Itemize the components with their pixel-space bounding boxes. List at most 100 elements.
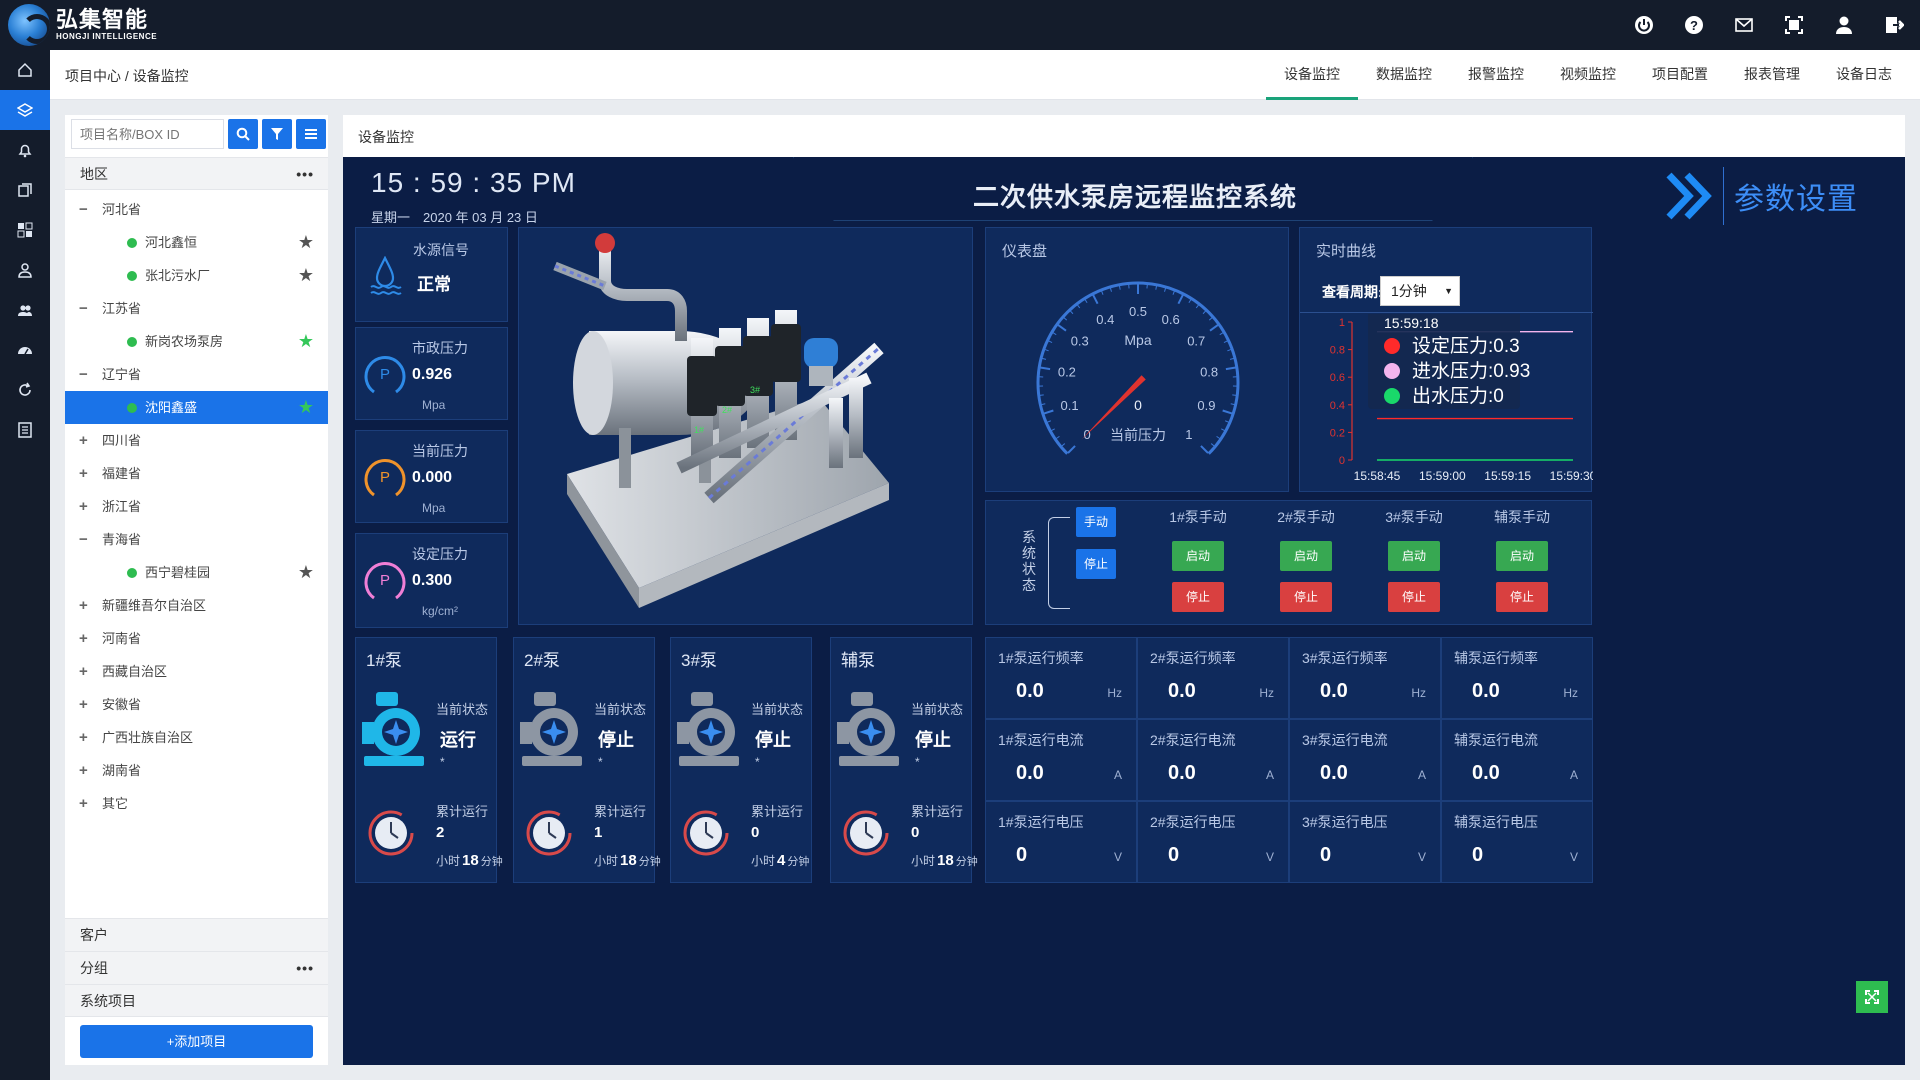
stop-mode-button[interactable]: 停止 [1076, 549, 1116, 579]
expand-icon[interactable]: + [79, 721, 88, 754]
pump-status: 停止 [598, 730, 634, 750]
expand-icon[interactable]: + [79, 490, 88, 523]
home-icon[interactable] [0, 50, 50, 90]
add-project-button[interactable]: +添加项目 [80, 1025, 313, 1058]
speedometer-icon[interactable] [0, 330, 50, 370]
metric-cell-1-1: 2#泵运行电流 0.0 A [1137, 719, 1289, 801]
tree-region-3[interactable]: + 四川省 [65, 424, 328, 457]
pump-start-button-1[interactable]: 启动 [1280, 541, 1332, 571]
tree-region-13[interactable]: + 其它 [65, 787, 328, 820]
star-icon[interactable]: ★ [298, 391, 314, 424]
customer-section-header[interactable]: 客户 [65, 918, 328, 951]
tree-project-0-1[interactable]: 张北污水厂 ★ [65, 259, 328, 292]
dashboard-grid-icon[interactable] [0, 210, 50, 250]
tree-region-5[interactable]: + 浙江省 [65, 490, 328, 523]
person-icon[interactable] [0, 250, 50, 290]
expand-icon[interactable]: + [79, 424, 88, 457]
pump-start-button-2[interactable]: 启动 [1388, 541, 1440, 571]
bell-icon[interactable] [0, 130, 50, 170]
realtime-line-chart[interactable]: 0 0.2 0.4 0.6 0.8 1 15:58:45 15:59:00 15:59:15 15… [1300, 314, 1593, 491]
tree-region-7[interactable]: + 新疆维吾尔自治区 [65, 589, 328, 622]
tab-device-monitor[interactable]: 设备监控 [1266, 50, 1358, 100]
gauge-tick-label: 1 [1185, 427, 1192, 442]
x-tick-label: 15:58:45 [1354, 469, 1401, 483]
expand-icon[interactable]: + [79, 787, 88, 820]
expand-icon[interactable]: + [79, 688, 88, 721]
region-section-header[interactable]: 地区 ••• [65, 157, 328, 190]
mail-icon[interactable] [1732, 13, 1756, 37]
power-icon[interactable] [1632, 13, 1656, 37]
tree-region-8[interactable]: + 河南省 [65, 622, 328, 655]
layers-icon[interactable] [0, 90, 50, 130]
tab-project-config[interactable]: 项目配置 [1634, 50, 1726, 100]
tree-region-1[interactable]: − 江苏省 [65, 292, 328, 325]
tree-region-4[interactable]: + 福建省 [65, 457, 328, 490]
more-icon[interactable]: ••• [296, 158, 314, 190]
content-area: 设备监控 15 : 59 : 35 PM 星期一 2020 年 03 月 23 … [343, 115, 1905, 1065]
help-icon[interactable]: ? [1682, 13, 1706, 37]
metric-unit: V [1417, 850, 1426, 864]
collapse-icon[interactable]: − [79, 193, 88, 226]
refresh-icon[interactable] [0, 370, 50, 410]
pump-stop-button-3[interactable]: 停止 [1496, 582, 1548, 612]
system-project-section-header[interactable]: 系统项目 [65, 984, 328, 1017]
tree-region-6[interactable]: − 青海省 [65, 523, 328, 556]
tree-project-6-0[interactable]: 西宁碧桂园 ★ [65, 556, 328, 589]
period-select[interactable]: 1分钟 ▼ [1380, 276, 1460, 306]
menu-button[interactable] [296, 119, 326, 149]
tab-report-management[interactable]: 报表管理 [1726, 50, 1818, 100]
tree-region-10[interactable]: + 安徽省 [65, 688, 328, 721]
tree-region-11[interactable]: + 广西壮族自治区 [65, 721, 328, 754]
search-input[interactable] [71, 119, 224, 149]
manual-mode-button[interactable]: 手动 [1076, 507, 1116, 537]
pump-manual-label-3: 辅泵手动 [1494, 509, 1550, 525]
pump-stop-button-1[interactable]: 停止 [1280, 582, 1332, 612]
tab-video-monitor[interactable]: 视频监控 [1542, 50, 1634, 100]
metric-label: 辅泵运行电压 [1454, 814, 1538, 830]
user-icon[interactable] [1832, 13, 1856, 37]
expand-icon[interactable]: + [79, 622, 88, 655]
star-icon[interactable]: ★ [298, 325, 314, 358]
collapse-icon[interactable]: − [79, 358, 88, 391]
pump-manual-label-0: 1#泵手动 [1169, 509, 1227, 525]
expand-icon[interactable]: + [79, 655, 88, 688]
fullscreen-icon[interactable] [1782, 13, 1806, 37]
group-section-header[interactable]: 分组 ••• [65, 951, 328, 984]
more-icon[interactable]: ••• [296, 952, 314, 984]
param-settings-button[interactable]: 参数设置 [1665, 167, 1858, 225]
collapse-icon[interactable]: − [79, 292, 88, 325]
brand-logo[interactable]: 弘集智能 HONGJI INTELLIGENCE [8, 4, 157, 46]
tab-alarm-monitor[interactable]: 报警监控 [1450, 50, 1542, 100]
tree-region-2[interactable]: − 辽宁省 [65, 358, 328, 391]
gauge-tick [1188, 299, 1192, 304]
tree-project-1-0[interactable]: 新岗农场泵房 ★ [65, 325, 328, 358]
filter-button[interactable] [262, 119, 292, 149]
list-icon[interactable] [0, 410, 50, 450]
tab-device-log[interactable]: 设备日志 [1818, 50, 1910, 100]
users-icon[interactable] [0, 290, 50, 330]
tree-region-9[interactable]: + 西藏自治区 [65, 655, 328, 688]
tree-project-2-0[interactable]: 沈阳鑫盛 ★ [65, 391, 328, 424]
pump-start-button-0[interactable]: 启动 [1172, 541, 1224, 571]
copy-icon[interactable] [0, 170, 50, 210]
minutes-unit: 分钟 [955, 856, 978, 868]
logout-icon[interactable] [1882, 13, 1906, 37]
pump-start-button-3[interactable]: 启动 [1496, 541, 1548, 571]
search-button[interactable] [228, 119, 258, 149]
tree-region-0[interactable]: − 河北省 [65, 193, 328, 226]
star-icon[interactable]: ★ [298, 226, 314, 259]
star-icon[interactable]: ★ [298, 556, 314, 589]
expand-icon[interactable]: + [79, 457, 88, 490]
tab-data-monitor[interactable]: 数据监控 [1358, 50, 1450, 100]
region-label: 辽宁省 [102, 367, 142, 382]
expand-icon[interactable]: + [79, 754, 88, 787]
tree-region-12[interactable]: + 湖南省 [65, 754, 328, 787]
pump-stop-button-2[interactable]: 停止 [1388, 582, 1440, 612]
expand-button[interactable] [1856, 981, 1888, 1013]
collapse-icon[interactable]: − [79, 523, 88, 556]
pump-stop-button-0[interactable]: 停止 [1172, 582, 1224, 612]
tree-project-0-0[interactable]: 河北鑫恒 ★ [65, 226, 328, 259]
metric-unit: A [1417, 768, 1426, 782]
expand-icon[interactable]: + [79, 589, 88, 622]
star-icon[interactable]: ★ [298, 259, 314, 292]
